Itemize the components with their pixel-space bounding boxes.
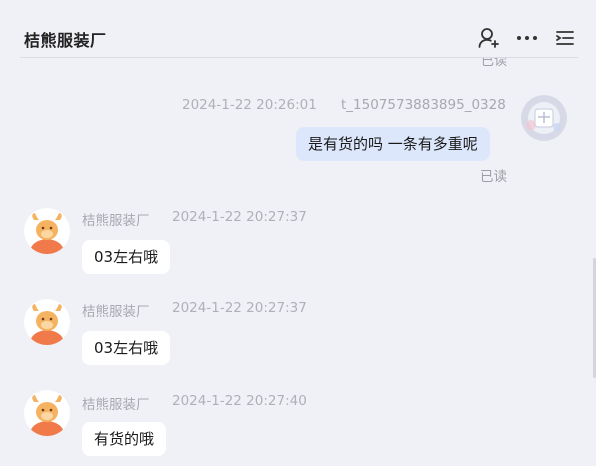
- message-sender: 桔熊服装厂: [82, 397, 150, 413]
- message-time: 2024-1-22 20:26:01: [182, 97, 317, 113]
- shop-avatar[interactable]: [24, 299, 70, 345]
- user-avatar[interactable]: [521, 95, 567, 141]
- shop-avatar[interactable]: [24, 390, 70, 436]
- message-time: 2024-1-22 20:27:37: [172, 209, 307, 225]
- header-divider: [20, 57, 578, 58]
- message-time: 2024-1-22 20:27:40: [172, 393, 307, 409]
- shop-avatar[interactable]: [24, 208, 70, 254]
- chat-title: 桔熊服装厂: [24, 31, 107, 50]
- chat-header: 桔熊服装厂: [0, 0, 596, 58]
- message-bubble-other[interactable]: 03左右哦: [82, 240, 171, 274]
- menu-list-icon[interactable]: [553, 26, 577, 50]
- message-bubble-mine[interactable]: 是有货的吗 一条有多重呢: [296, 127, 490, 161]
- add-user-icon[interactable]: [477, 26, 501, 50]
- message-bubble-other[interactable]: 03左右哦: [82, 331, 171, 365]
- read-status: 已读: [480, 169, 507, 185]
- message-sender: t_1507573883895_0328: [341, 97, 506, 113]
- message-bubble-other[interactable]: 有货的哦: [82, 422, 167, 456]
- message-time: 2024-1-22 20:27:37: [172, 300, 307, 316]
- more-icon[interactable]: [515, 26, 539, 50]
- message-list[interactable]: 2024-1-22 20:26:01 t_1507573883895_0328 …: [0, 58, 596, 466]
- message-sender: 桔熊服装厂: [82, 304, 150, 320]
- message-sender: 桔熊服装厂: [82, 213, 150, 229]
